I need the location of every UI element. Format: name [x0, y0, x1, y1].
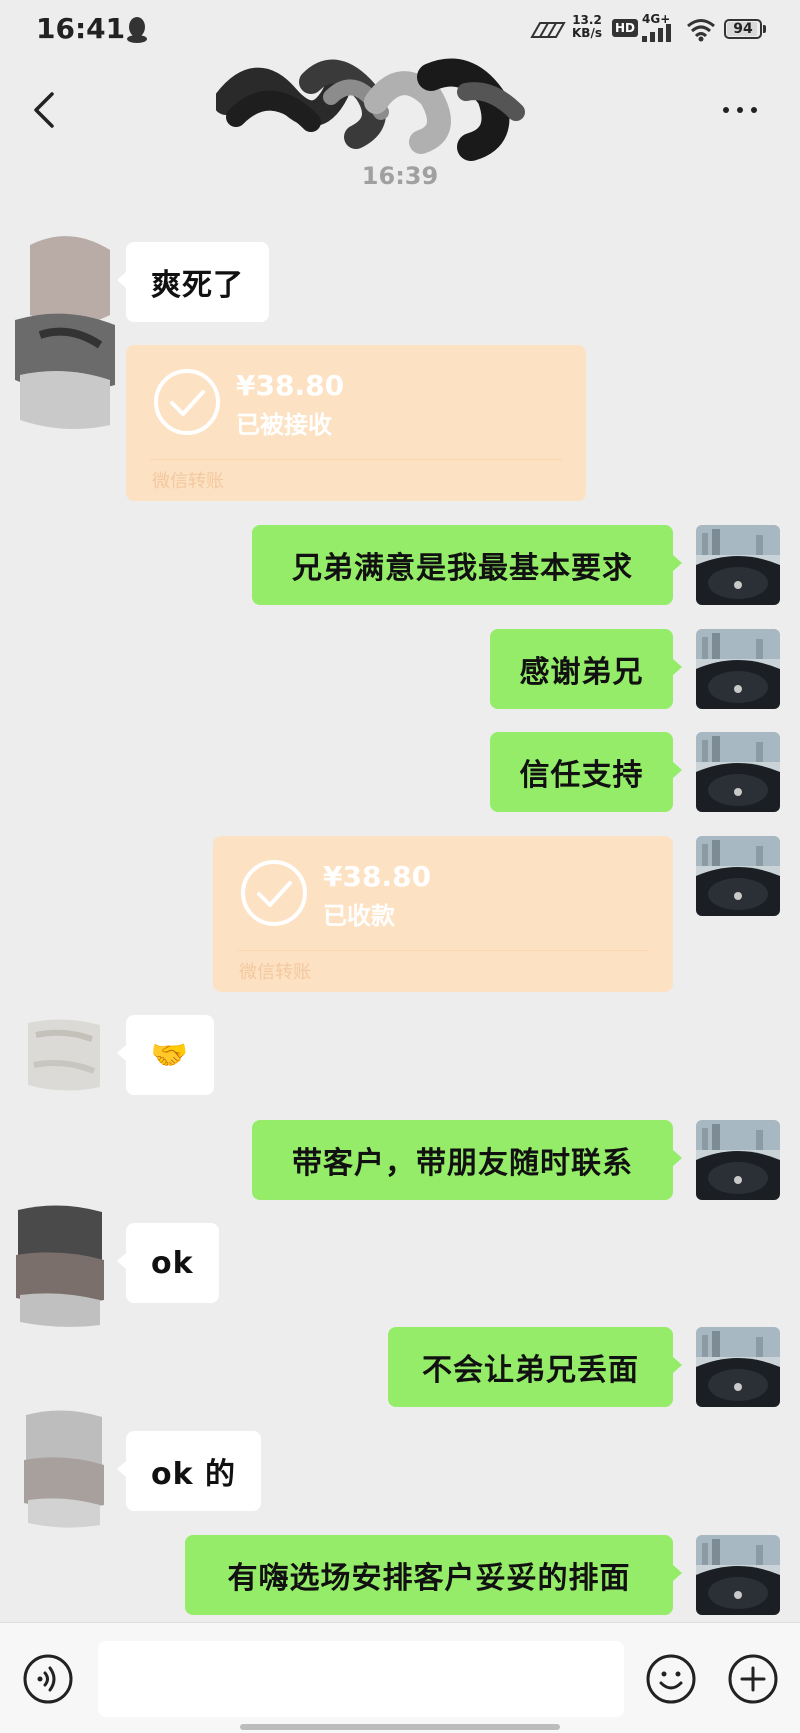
self-avatar[interactable] — [696, 1535, 780, 1615]
message-text: 有嗨选场安排客户妥妥的排面 — [227, 1561, 631, 1596]
transfer-divider — [150, 459, 562, 460]
message-bubble-incoming[interactable]: 🤝 — [117, 1015, 214, 1095]
battery-icon: 94 — [724, 19, 762, 39]
voice-icon[interactable] — [22, 1653, 74, 1705]
self-avatar[interactable] — [696, 629, 780, 709]
message-bubble-incoming[interactable]: ok 的 — [116, 1431, 262, 1511]
self-avatar[interactable] — [696, 732, 780, 812]
transfer-footer: 微信转账 — [239, 962, 311, 983]
check-circle-icon — [154, 369, 220, 435]
message-bubble-outgoing[interactable]: 信任支持 — [490, 732, 682, 812]
message-text: 不会让弟兄丢面 — [422, 1353, 639, 1388]
transfer-amount: ¥38.80 — [236, 369, 345, 402]
contact-avatar-redacted[interactable] — [12, 1200, 108, 1330]
self-avatar[interactable] — [696, 836, 780, 916]
contact-avatar-redacted[interactable] — [22, 1015, 106, 1095]
message-text: ok — [151, 1245, 194, 1281]
hd-badge: HD — [612, 19, 639, 37]
contact-avatar-redacted[interactable] — [18, 1405, 110, 1531]
contact-name-redaction — [216, 58, 525, 161]
message-bubble-outgoing[interactable]: 带客户，带朋友随时联系 — [252, 1120, 682, 1200]
contact-avatar-redacted[interactable] — [10, 225, 122, 435]
message-text: 兄弟满意是我最基本要求 — [292, 551, 633, 586]
transfer-card-outgoing[interactable]: ¥38.80 已收款 微信转账 — [213, 836, 673, 992]
home-indicator — [240, 1724, 560, 1730]
transfer-amount: ¥38.80 — [323, 860, 432, 893]
speed-icon — [530, 22, 566, 38]
message-text: 带客户，带朋友随时联系 — [292, 1146, 633, 1181]
back-button[interactable] — [28, 88, 62, 132]
message-input[interactable] — [98, 1641, 624, 1717]
message-bubble-outgoing[interactable]: 感谢弟兄 — [490, 629, 682, 709]
wifi-icon — [687, 19, 715, 42]
check-circle-icon — [241, 860, 307, 926]
message-bubble-incoming[interactable]: ok — [117, 1223, 219, 1303]
emoji-icon[interactable] — [645, 1653, 697, 1705]
net-speed: 13.2 KB/s — [572, 14, 602, 40]
message-bubble-outgoing[interactable]: 兄弟满意是我最基本要求 — [252, 525, 682, 605]
battery-tip — [763, 25, 766, 33]
handshake-emoji: 🤝 — [150, 1037, 190, 1073]
transfer-divider — [237, 950, 649, 951]
plus-icon[interactable] — [727, 1653, 779, 1705]
input-bar — [0, 1622, 800, 1733]
self-avatar[interactable] — [696, 525, 780, 605]
message-bubble-outgoing[interactable]: 有嗨选场安排客户妥妥的排面 — [185, 1535, 682, 1615]
message-text: 感谢弟兄 — [519, 655, 644, 690]
message-text: ok 的 — [151, 1457, 237, 1492]
transfer-status: 已被接收 — [236, 411, 332, 439]
status-time: 16:41 — [36, 12, 126, 45]
self-avatar[interactable] — [696, 1327, 780, 1407]
signal-icon — [642, 24, 671, 42]
transfer-footer: 微信转账 — [152, 471, 224, 492]
message-bubble-incoming[interactable]: 爽死了 — [117, 242, 269, 322]
message-bubble-outgoing[interactable]: 不会让弟兄丢面 — [388, 1327, 682, 1407]
transfer-card-incoming[interactable]: ¥38.80 已被接收 微信转账 — [126, 345, 586, 501]
message-text: 信任支持 — [519, 758, 644, 793]
qq-icon — [127, 17, 147, 43]
self-avatar[interactable] — [696, 1120, 780, 1200]
net-speed-unit: KB/s — [572, 26, 602, 40]
chat-timestamp: 16:39 — [361, 162, 439, 190]
chat-screen: 16:41 13.2 KB/s HD 4G+ 94 16:39 爽死了 ¥38.… — [0, 0, 800, 1733]
battery-level: 94 — [733, 21, 753, 37]
more-button[interactable] — [718, 95, 762, 125]
message-text: 爽死了 — [151, 268, 244, 303]
transfer-status: 已收款 — [323, 902, 395, 930]
